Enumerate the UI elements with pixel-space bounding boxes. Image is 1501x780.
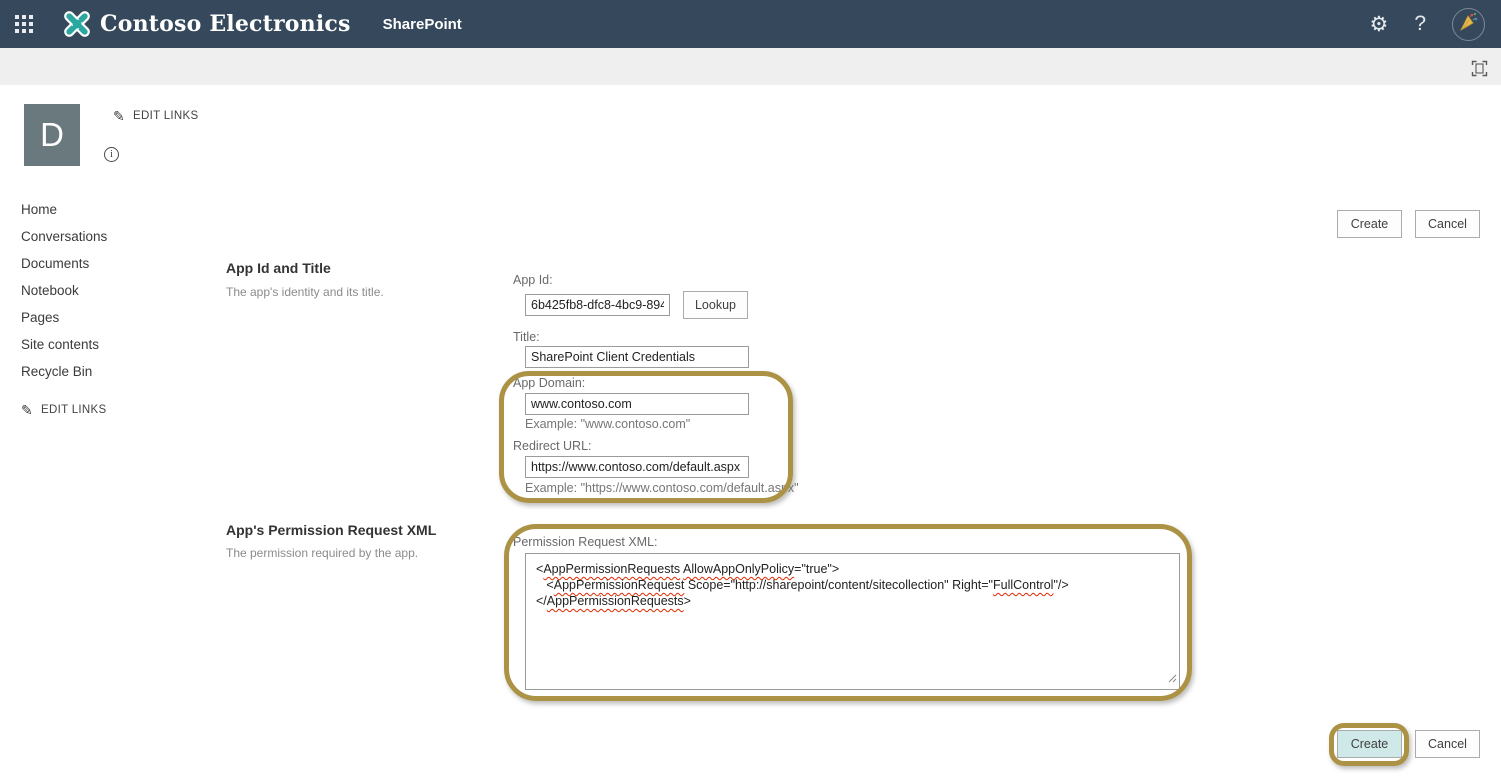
section-title-permission-xml: App's Permission Request XML: [226, 522, 436, 538]
pencil-icon: ✎: [21, 403, 33, 417]
permission-xml-textarea[interactable]: <AppPermissionRequests AllowAppOnlyPolic…: [525, 553, 1180, 690]
left-nav: Home Conversations Documents Notebook Pa…: [21, 196, 107, 385]
xml-line: <AppPermissionRequest Scope="http://shar…: [536, 577, 1169, 593]
product-name[interactable]: SharePoint: [383, 16, 462, 33]
cancel-button-bottom[interactable]: Cancel: [1415, 730, 1480, 758]
app-id-label: App Id:: [513, 273, 553, 287]
appregnew-page: Contoso Electronics SharePoint ⚙ ?: [0, 0, 1501, 780]
site-logo[interactable]: D: [24, 104, 80, 166]
nav-item-documents[interactable]: Documents: [21, 250, 107, 277]
title-label: Title:: [513, 330, 540, 344]
settings-gear-icon[interactable]: ⚙: [1369, 14, 1388, 35]
suite-bar: Contoso Electronics SharePoint ⚙ ?: [0, 0, 1501, 48]
nav-item-notebook[interactable]: Notebook: [21, 277, 107, 304]
xml-line: </AppPermissionRequests>: [536, 593, 1169, 609]
command-bar: [0, 48, 1501, 85]
brand-logo[interactable]: Contoso Electronics: [60, 7, 351, 41]
create-button-top[interactable]: Create: [1337, 210, 1402, 238]
edit-links-bottom[interactable]: ✎ EDIT LINKS: [21, 403, 106, 417]
app-id-input[interactable]: [525, 294, 670, 316]
lookup-button[interactable]: Lookup: [683, 291, 748, 319]
edit-links-label: EDIT LINKS: [41, 404, 106, 416]
redirect-url-example: Example: "https://www.contoso.com/defaul…: [525, 481, 799, 495]
edit-links-label: EDIT LINKS: [133, 110, 198, 122]
edit-links-top[interactable]: ✎ EDIT LINKS: [113, 109, 198, 123]
xml-line: <AppPermissionRequests AllowAppOnlyPolic…: [536, 561, 1169, 577]
app-domain-example: Example: "www.contoso.com": [525, 417, 690, 431]
cancel-button-top[interactable]: Cancel: [1415, 210, 1480, 238]
help-icon[interactable]: ?: [1414, 12, 1426, 36]
app-domain-label: App Domain:: [513, 376, 585, 390]
party-popper-icon: [1458, 11, 1480, 38]
title-input[interactable]: [525, 346, 749, 368]
create-button-bottom[interactable]: Create: [1337, 730, 1402, 758]
nav-item-pages[interactable]: Pages: [21, 304, 107, 331]
section-desc-permission-xml: The permission required by the app.: [226, 546, 418, 560]
textarea-resize-handle[interactable]: [1167, 671, 1177, 687]
nav-item-recycle-bin[interactable]: Recycle Bin: [21, 358, 107, 385]
pencil-icon: ✎: [113, 109, 125, 123]
brand-name: Contoso Electronics: [100, 11, 351, 37]
nav-item-site-contents[interactable]: Site contents: [21, 331, 107, 358]
app-launcher-icon[interactable]: [15, 15, 33, 33]
section-desc-app-id: The app's identity and its title.: [226, 285, 384, 299]
nav-item-home[interactable]: Home: [21, 196, 107, 223]
user-avatar[interactable]: [1452, 8, 1485, 41]
redirect-url-input[interactable]: [525, 456, 749, 478]
focus-mode-icon[interactable]: [1471, 60, 1488, 77]
nav-item-conversations[interactable]: Conversations: [21, 223, 107, 250]
app-domain-input[interactable]: [525, 393, 749, 415]
permission-xml-label: Permission Request XML:: [513, 535, 658, 549]
info-icon[interactable]: i: [104, 147, 119, 162]
section-title-app-id: App Id and Title: [226, 260, 331, 276]
redirect-url-label: Redirect URL:: [513, 439, 592, 453]
contoso-pinwheel-icon: [60, 7, 94, 41]
